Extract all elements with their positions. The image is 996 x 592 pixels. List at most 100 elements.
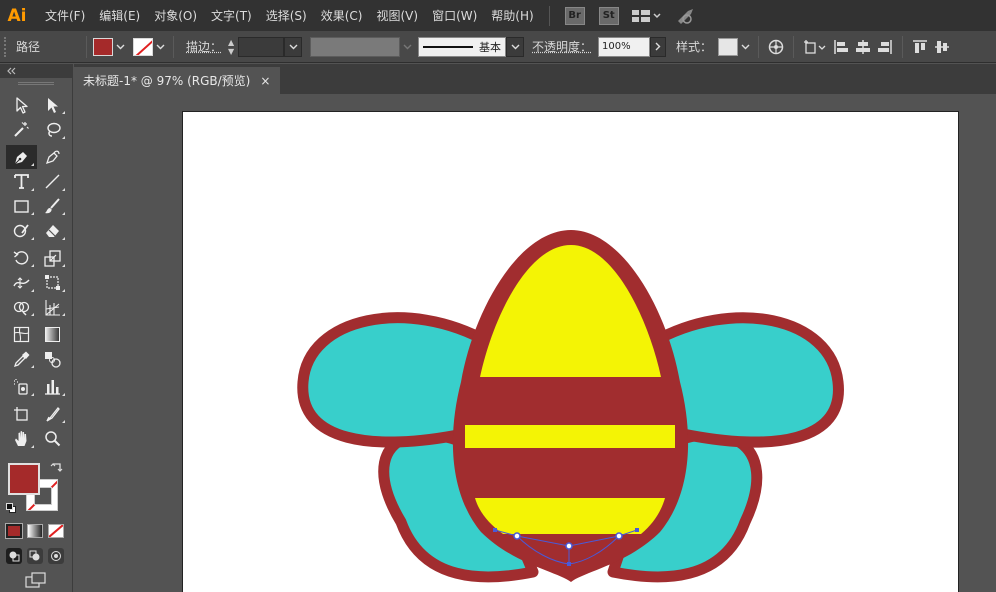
anchor-point[interactable] <box>567 562 571 566</box>
draw-normal-button[interactable] <box>6 548 22 564</box>
tools-panel-header[interactable] <box>0 64 72 78</box>
fill-color-box[interactable] <box>8 463 40 495</box>
handle-point[interactable] <box>513 532 521 540</box>
align-vertical-center-button[interactable] <box>931 36 953 58</box>
menu-file[interactable]: 文件(F) <box>38 0 92 31</box>
line-segment-tool[interactable] <box>37 170 68 194</box>
stroke-color-swatch[interactable] <box>133 37 154 56</box>
eyedropper-tool[interactable] <box>6 347 37 371</box>
control-separator <box>758 35 760 58</box>
none-mode-button[interactable] <box>48 524 64 538</box>
lasso-tool[interactable] <box>37 118 68 142</box>
variable-width-profile[interactable] <box>310 36 401 57</box>
menu-select[interactable]: 选择(S) <box>259 0 314 31</box>
eraser-tool[interactable] <box>37 219 68 243</box>
curvature-tool[interactable] <box>37 145 68 169</box>
align-top-button[interactable] <box>909 36 931 58</box>
draw-behind-icon <box>29 550 40 561</box>
default-colors-icon[interactable] <box>6 503 16 513</box>
menu-type[interactable]: 文字(T) <box>204 0 259 31</box>
artboard[interactable] <box>182 111 959 592</box>
collapse-double-chevron-icon <box>7 67 16 75</box>
draw-behind-button[interactable] <box>27 548 43 564</box>
draw-inside-button[interactable] <box>48 548 64 564</box>
canvas-area[interactable] <box>74 94 996 592</box>
menu-edit[interactable]: 编辑(E) <box>92 0 147 31</box>
align-left-button[interactable] <box>830 36 852 58</box>
scale-tool[interactable] <box>37 246 68 270</box>
hand-tool[interactable] <box>6 427 37 451</box>
document-tab[interactable]: 未标题-1* @ 97% (RGB/预览) × <box>74 67 280 94</box>
free-transform-icon <box>45 275 60 290</box>
close-icon[interactable]: × <box>260 74 270 88</box>
direct-selection-tool[interactable] <box>37 93 68 117</box>
symbol-sprayer-tool[interactable] <box>6 375 37 399</box>
stroke-weight-spinner[interactable]: ▲ ▼ <box>224 37 238 57</box>
stroke-weight-label[interactable]: 描边： <box>180 38 224 55</box>
gradient-tool[interactable] <box>37 323 68 347</box>
variable-width-dropdown[interactable] <box>400 38 414 56</box>
brush-definition-field[interactable]: 基本 <box>418 36 507 57</box>
graphic-style-label: 样式： <box>676 40 713 54</box>
fill-dropdown-arrow[interactable] <box>113 38 127 56</box>
menu-help[interactable]: 帮助(H) <box>484 0 540 31</box>
gpu-performance-button[interactable] <box>668 0 702 31</box>
bee-artwork[interactable] <box>183 112 960 592</box>
stock-button[interactable]: St <box>598 6 619 25</box>
type-t-icon <box>14 174 29 189</box>
align-to-button[interactable] <box>800 36 830 58</box>
screen-mode-icon[interactable] <box>25 572 47 588</box>
rotate-icon <box>13 250 29 265</box>
width-tool[interactable] <box>6 271 37 295</box>
fill-stroke-widget <box>6 461 66 519</box>
align-right-button[interactable] <box>874 36 896 58</box>
symbol-sprayer-icon <box>14 379 28 395</box>
tools-panel-grip[interactable] <box>18 82 54 85</box>
menu-view[interactable]: 视图(V) <box>369 0 425 31</box>
column-graph-tool[interactable] <box>37 375 68 399</box>
control-separator <box>173 35 175 58</box>
stroke-dropdown-arrow[interactable] <box>153 38 167 56</box>
type-tool[interactable] <box>6 170 37 194</box>
paintbrush-tool[interactable] <box>37 194 68 218</box>
swap-arrows-icon[interactable] <box>50 461 64 475</box>
opacity-arrow[interactable] <box>650 36 667 57</box>
handle-point[interactable] <box>565 542 573 550</box>
fill-color-swatch[interactable] <box>93 37 114 56</box>
bee-stripe-middle[interactable] <box>465 425 675 448</box>
opacity-input[interactable]: 100% <box>598 36 651 57</box>
stroke-weight-dropdown[interactable] <box>284 36 303 57</box>
free-transform-tool[interactable] <box>37 271 68 295</box>
magic-wand-tool[interactable] <box>6 118 37 142</box>
blend-tool[interactable] <box>37 347 68 371</box>
menu-window[interactable]: 窗口(W) <box>425 0 484 31</box>
stroke-weight-input[interactable] <box>238 36 285 57</box>
menu-object[interactable]: 对象(O) <box>147 0 204 31</box>
slice-tool[interactable] <box>37 402 68 426</box>
anchor-point[interactable] <box>493 528 497 532</box>
recolor-artwork-button[interactable] <box>765 36 787 58</box>
brush-definition-dropdown[interactable] <box>506 36 525 57</box>
shaper-tool[interactable] <box>6 219 37 243</box>
selection-tool[interactable] <box>6 93 37 117</box>
pen-tool[interactable] <box>6 145 37 169</box>
bee-head-yellow[interactable] <box>480 245 661 377</box>
anchor-point[interactable] <box>635 528 639 532</box>
rotate-tool[interactable] <box>6 246 37 270</box>
align-center-button[interactable] <box>852 36 874 58</box>
workspace-switcher[interactable] <box>626 0 668 31</box>
perspective-grid-tool[interactable] <box>37 295 68 319</box>
shape-builder-tool[interactable] <box>6 295 37 319</box>
rectangle-tool[interactable] <box>6 194 37 218</box>
graphic-style-dropdown[interactable] <box>738 38 752 56</box>
bridge-button[interactable]: Br <box>564 6 585 25</box>
mesh-tool[interactable] <box>6 323 37 347</box>
artboard-tool[interactable] <box>6 402 37 426</box>
opacity-label[interactable]: 不透明度： <box>524 38 598 55</box>
handle-point[interactable] <box>615 532 623 540</box>
graphic-style-swatch[interactable] <box>718 37 739 56</box>
zoom-tool[interactable] <box>37 427 68 451</box>
gradient-mode-button[interactable] <box>27 524 43 538</box>
color-mode-button[interactable] <box>5 523 23 539</box>
menu-effect[interactable]: 效果(C) <box>314 0 370 31</box>
